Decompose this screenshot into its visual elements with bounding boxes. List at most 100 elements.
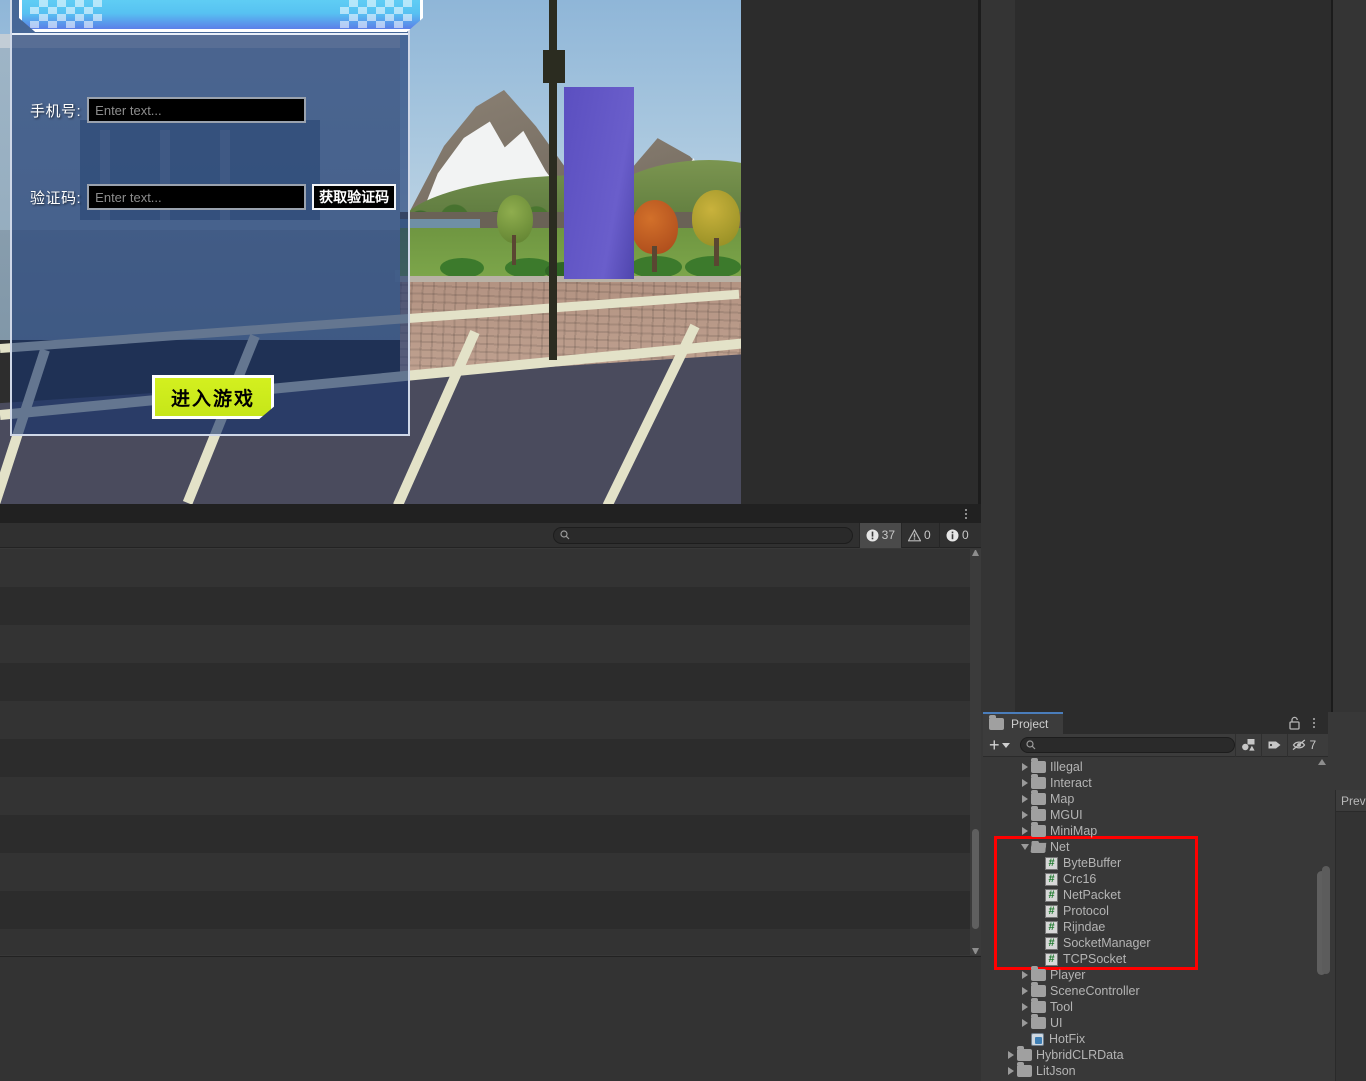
tree-row-label: Crc16: [1063, 872, 1097, 886]
add-asset-button[interactable]: +: [989, 736, 1010, 754]
expand-triangle-icon[interactable]: [1019, 807, 1031, 823]
console-row[interactable]: [0, 777, 981, 815]
console-row[interactable]: [0, 625, 981, 663]
expand-triangle-icon[interactable]: [1019, 983, 1031, 999]
game-view-letterbox: [741, 0, 981, 504]
tree-row-interact[interactable]: Interact: [1019, 774, 1092, 791]
console-toolbar: 37 0 0: [0, 522, 981, 548]
console-row[interactable]: [0, 815, 981, 853]
folder-icon: [1031, 982, 1046, 997]
tree-row-bytebuffer[interactable]: # ByteBuffer: [1033, 855, 1121, 871]
tab-preview[interactable]: Preview: [1336, 790, 1366, 811]
info-count-toggle[interactable]: 0: [939, 522, 977, 548]
warning-count-toggle[interactable]: 0: [901, 522, 939, 548]
tree-row-hybridclrdata[interactable]: HybridCLRData: [1005, 1046, 1124, 1063]
csharp-script-icon: #: [1045, 936, 1058, 950]
console-row[interactable]: [0, 853, 981, 891]
tree-row-label: MGUI: [1050, 808, 1083, 822]
kebab-menu-icon[interactable]: [959, 507, 973, 521]
tree-row-label: NetPacket: [1063, 888, 1121, 902]
console-row[interactable]: [0, 663, 981, 701]
console-row[interactable]: [0, 701, 981, 739]
scroll-up-arrow-icon[interactable]: [972, 550, 979, 556]
tree-icon: [690, 190, 741, 266]
console-row[interactable]: [0, 739, 981, 777]
tab-project[interactable]: Project: [983, 712, 1063, 734]
expand-triangle-icon[interactable]: [1019, 775, 1031, 791]
project-search-field[interactable]: [1019, 737, 1235, 753]
tree-row-tool[interactable]: Tool: [1019, 998, 1073, 1015]
console-row[interactable]: [0, 891, 981, 929]
tree-row-protocol[interactable]: # Protocol: [1033, 903, 1109, 919]
kebab-menu-icon[interactable]: [1308, 716, 1320, 730]
eye-slash-icon: [1292, 739, 1305, 751]
tree-row-map[interactable]: Map: [1019, 790, 1074, 807]
console-row[interactable]: [0, 549, 981, 587]
game-view[interactable]: 手机号: 验证码: 获取验证码 进入游戏: [0, 0, 741, 504]
console-row[interactable]: [0, 587, 981, 625]
lock-icon[interactable]: [1288, 716, 1301, 730]
tree-row-illegal[interactable]: Illegal: [1019, 758, 1083, 775]
tree-row-ui[interactable]: UI: [1019, 1014, 1063, 1031]
expand-triangle-icon[interactable]: [1019, 999, 1031, 1015]
tree-row-rijndae[interactable]: # Rijndae: [1033, 919, 1105, 935]
expand-triangle-icon[interactable]: [1005, 1047, 1017, 1063]
tree-row-mgui[interactable]: MGUI: [1019, 806, 1083, 823]
expand-triangle-icon[interactable]: [1019, 759, 1031, 775]
project-toolbar: + 7: [983, 733, 1328, 757]
project-search-input[interactable]: [1039, 739, 1229, 751]
tree-row-crc16[interactable]: # Crc16: [1033, 871, 1096, 887]
console-titlebar: [0, 504, 981, 523]
console-search-input[interactable]: [573, 529, 846, 541]
console-row[interactable]: [0, 929, 981, 955]
tab-project-label: Project: [1011, 717, 1049, 731]
project-asset-tree[interactable]: Illegal Interact Map MGUI MiniMap Net # ByteBuf…: [983, 757, 1328, 1081]
tree-row-label: Illegal: [1050, 760, 1083, 774]
tree-row-label: ByteBuffer: [1063, 856, 1122, 870]
error-count-toggle[interactable]: 37: [858, 522, 901, 548]
code-field-row: 验证码: 获取验证码: [30, 184, 397, 210]
console-scrollbar[interactable]: [970, 549, 981, 955]
enter-game-button[interactable]: 进入游戏: [152, 375, 274, 419]
folder-icon: [1031, 822, 1046, 837]
filter-by-label-button[interactable]: [1260, 733, 1287, 757]
search-icon: [1025, 740, 1035, 750]
chevron-down-icon: [1001, 742, 1010, 748]
tree-row-socketmanager[interactable]: # SocketManager: [1033, 935, 1151, 951]
phone-input[interactable]: [87, 97, 307, 123]
console-scroll-thumb[interactable]: [972, 829, 979, 929]
expand-triangle-icon[interactable]: [1019, 791, 1031, 807]
expand-triangle-icon[interactable]: [1019, 1015, 1031, 1031]
project-tabstrip: Project: [983, 712, 1328, 734]
tree-row-netpacket[interactable]: # NetPacket: [1033, 887, 1121, 903]
console-search-field[interactable]: [552, 526, 853, 544]
tree-row-label: Net: [1050, 840, 1070, 854]
expand-triangle-icon[interactable]: [1005, 1063, 1017, 1079]
hidden-assets-toggle[interactable]: 7: [1286, 733, 1322, 757]
tree-row-player[interactable]: Player: [1019, 966, 1085, 983]
collapse-triangle-icon[interactable]: [1019, 839, 1031, 855]
get-code-button[interactable]: 获取验证码: [312, 184, 397, 210]
tree-row-net[interactable]: Net: [1019, 839, 1069, 855]
tree-row-label: MiniMap: [1050, 824, 1098, 838]
tree-row-scenecontroller[interactable]: SceneController: [1019, 982, 1140, 999]
verification-code-input[interactable]: [87, 184, 307, 210]
expand-triangle-icon[interactable]: [1019, 967, 1031, 983]
console-detail-pane: [0, 956, 981, 1081]
tree-row-hotfix[interactable]: HotFix: [1019, 1031, 1085, 1047]
titlebar-checker-right: [340, 0, 412, 28]
filter-by-type-button[interactable]: [1234, 733, 1261, 757]
scroll-down-arrow-icon[interactable]: [972, 948, 979, 954]
console-panel: 37 0 0: [0, 504, 981, 1081]
scroll-up-arrow-icon[interactable]: [1318, 759, 1326, 765]
tree-row-minimap[interactable]: MiniMap: [1019, 822, 1098, 839]
tree-row-tcpsocket[interactable]: # TCPSocket: [1033, 951, 1126, 967]
expand-triangle-icon[interactable]: [1019, 823, 1031, 839]
error-count-label: 37: [881, 528, 895, 542]
tree-row-litjson[interactable]: LitJson: [1005, 1062, 1076, 1079]
right-edge-scrollbar[interactable]: [1322, 866, 1330, 974]
console-message-list[interactable]: [0, 549, 981, 955]
